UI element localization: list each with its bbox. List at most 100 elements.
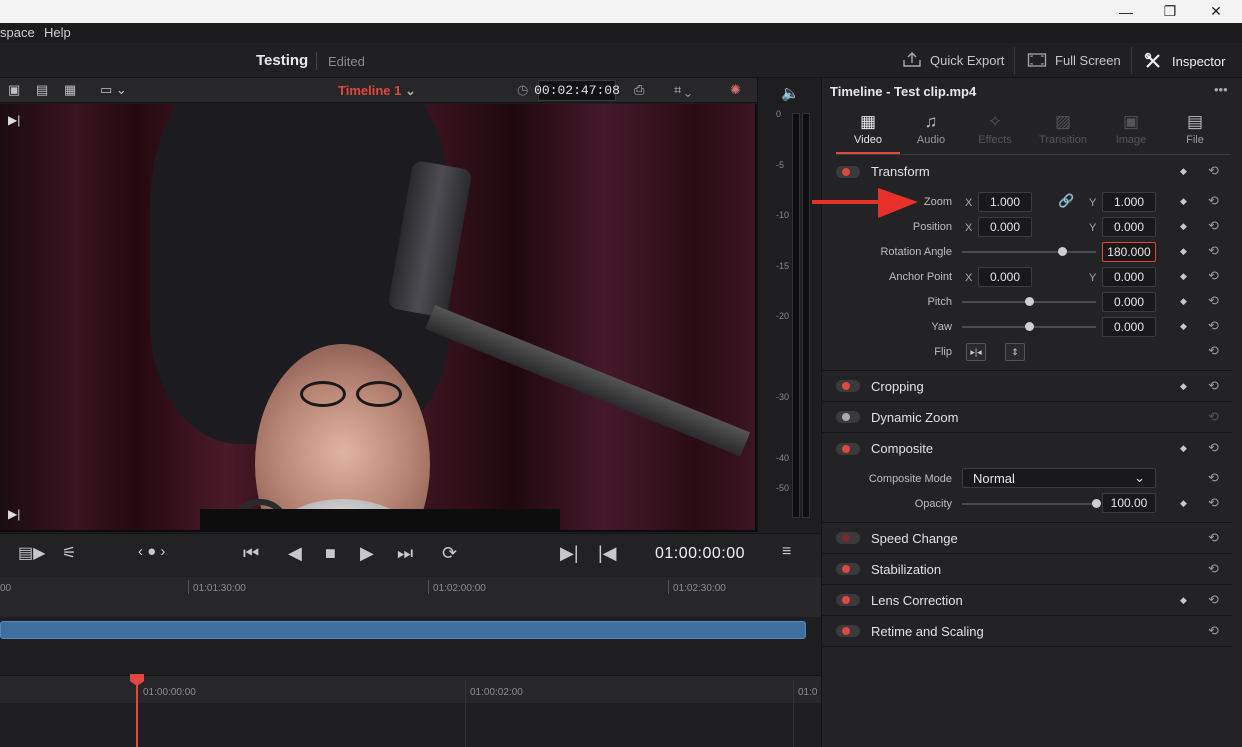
yaw-field[interactable]: 0.000 — [1102, 317, 1156, 337]
full-screen-button[interactable]: Full Screen — [1027, 52, 1121, 68]
tab-audio[interactable]: ♫ Audio — [901, 112, 961, 146]
zoom-y-field[interactable]: 1.000 — [1102, 192, 1156, 212]
rotation-field[interactable]: 180.000 — [1102, 242, 1156, 262]
composite-toggle[interactable] — [836, 442, 860, 455]
keyframe-diamond-icon[interactable]: ◆ — [1180, 221, 1187, 232]
inspector-button[interactable]: Inspector — [1144, 52, 1225, 70]
camera-icon[interactable]: ⎙ — [634, 82, 644, 98]
lens-correction-toggle[interactable] — [836, 594, 860, 606]
opacity-slider[interactable] — [962, 503, 1096, 505]
detail-ruler[interactable] — [0, 675, 821, 703]
reset-icon[interactable]: ⟲ — [1208, 378, 1219, 394]
reset-icon[interactable]: ⟲ — [1208, 193, 1219, 209]
stabilization-header[interactable]: Stabilization — [822, 554, 1232, 585]
rotation-slider-knob[interactable] — [1058, 247, 1067, 256]
reset-icon[interactable]: ⟲ — [1208, 218, 1219, 234]
keyframe-diamond-icon[interactable]: ◆ — [1180, 196, 1187, 207]
image-view-icon[interactable]: ▣ — [8, 82, 20, 98]
dynamic-zoom-toggle[interactable] — [836, 411, 860, 423]
speed-change-toggle[interactable] — [836, 532, 860, 544]
link-icon[interactable]: 🔗 — [1058, 193, 1074, 209]
position-x-field[interactable]: 0.000 — [978, 217, 1032, 237]
keyframe-diamond-icon[interactable]: ◆ — [1180, 321, 1187, 332]
reset-icon[interactable]: ⟲ — [1208, 561, 1219, 577]
prev-clip-icon[interactable]: |◀ — [598, 543, 617, 564]
yaw-slider-knob[interactable] — [1024, 322, 1034, 331]
go-to-end-icon-2[interactable]: ▶| — [8, 507, 20, 521]
stop-icon[interactable]: ■ — [325, 543, 336, 564]
rotation-slider[interactable] — [962, 251, 1096, 253]
go-to-end-icon[interactable]: ▶| — [8, 113, 20, 127]
keyframe-diamond-icon[interactable]: ◆ — [1180, 271, 1187, 282]
timeline-selector[interactable]: Timeline 1 ⌄ — [338, 83, 416, 99]
play-reverse-icon[interactable]: ◀ — [288, 543, 302, 564]
loop-icon[interactable]: ⟳ — [442, 543, 457, 564]
anchor-x-field[interactable]: 0.000 — [978, 267, 1032, 287]
reset-icon[interactable]: ⟲ — [1208, 470, 1219, 486]
anchor-y-field[interactable]: 0.000 — [1102, 267, 1156, 287]
quick-export-button[interactable]: Quick Export — [902, 52, 1004, 68]
opacity-field[interactable]: 100.00 — [1102, 493, 1156, 513]
cropping-header[interactable]: Cropping — [822, 371, 1232, 402]
keyframe-diamond-icon[interactable]: ◆ — [1180, 296, 1187, 307]
dynamic-zoom-header[interactable]: Dynamic Zoom — [822, 402, 1232, 433]
options-menu-icon[interactable]: ≡ — [782, 543, 791, 561]
next-clip-icon[interactable]: ▶| — [560, 543, 579, 564]
close-button[interactable]: ✕ — [1196, 0, 1236, 23]
position-y-field[interactable]: 0.000 — [1102, 217, 1156, 237]
filmstrip-icon[interactable]: ▤ — [36, 82, 48, 98]
clip-play-icon[interactable]: ▤▶ — [18, 543, 45, 563]
transform-toggle[interactable] — [836, 165, 860, 178]
keyframe-diamond-icon[interactable]: ◆ — [1180, 381, 1187, 392]
jog-control[interactable]: ‹ ● › — [138, 543, 165, 560]
menu-help[interactable]: Help — [44, 25, 71, 40]
reset-icon[interactable]: ⟲ — [1208, 530, 1219, 546]
minimize-button[interactable]: — — [1106, 0, 1146, 23]
retime-scaling-header[interactable]: Retime and Scaling — [822, 616, 1232, 647]
color-wheel-icon[interactable]: ✺ — [730, 82, 741, 98]
keyframe-diamond-icon[interactable]: ◆ — [1180, 443, 1187, 454]
reset-icon[interactable]: ⟲ — [1208, 440, 1219, 456]
pitch-field[interactable]: 0.000 — [1102, 292, 1156, 312]
adjust-sliders-icon[interactable]: ⚟ — [62, 543, 76, 563]
jump-start-icon[interactable]: ⏮ — [243, 543, 259, 564]
menu-workspace[interactable]: space — [0, 25, 35, 40]
composite-header[interactable]: Composite — [822, 433, 1232, 464]
keyframe-diamond-icon[interactable]: ◆ — [1180, 595, 1187, 606]
zoom-x-field[interactable]: 1.000 — [978, 192, 1032, 212]
overlay-icon[interactable]: ⌗ ⌄ — [674, 82, 691, 98]
flip-horizontal-button[interactable]: ▸|◂ — [966, 343, 986, 361]
tab-video[interactable]: ▦ Video — [838, 112, 898, 146]
composite-mode-select[interactable]: Normal ⌄ — [962, 468, 1156, 488]
opacity-slider-knob[interactable] — [1091, 499, 1101, 508]
reset-icon[interactable]: ⟲ — [1208, 318, 1219, 334]
inspector-menu-icon[interactable]: ••• — [1214, 82, 1228, 97]
volume-icon[interactable]: 🔈 — [781, 84, 800, 102]
reset-icon[interactable]: ⟲ — [1208, 343, 1219, 359]
reset-icon[interactable]: ⟲ — [1208, 623, 1219, 639]
pitch-slider-knob[interactable] — [1024, 297, 1034, 306]
reset-icon[interactable]: ⟲ — [1208, 409, 1219, 425]
play-icon[interactable]: ▶ — [360, 543, 374, 564]
viewer-timecode[interactable]: 00:02:47:08 — [534, 80, 620, 101]
grid-view-icon[interactable]: ▦ — [64, 82, 76, 98]
tab-file[interactable]: ▤ File — [1165, 112, 1225, 146]
reset-icon[interactable]: ⟲ — [1208, 293, 1219, 309]
reset-icon[interactable]: ⟲ — [1208, 243, 1219, 259]
reset-icon[interactable]: ⟲ — [1208, 592, 1219, 608]
reset-icon[interactable]: ⟲ — [1208, 163, 1219, 179]
jump-end-icon[interactable]: ⏭ — [397, 543, 413, 564]
retime-scaling-toggle[interactable] — [836, 625, 860, 637]
keyframe-diamond-icon[interactable]: ◆ — [1180, 246, 1187, 257]
keyframe-diamond-icon[interactable]: ◆ — [1180, 166, 1187, 177]
transform-header[interactable]: Transform — [822, 156, 1232, 187]
keyframe-diamond-icon[interactable]: ◆ — [1180, 498, 1187, 509]
speed-change-header[interactable]: Speed Change — [822, 523, 1232, 554]
tab-transition[interactable]: ▨ Transition — [1033, 112, 1093, 146]
tab-effects[interactable]: ✧ Effects — [965, 112, 1025, 146]
reset-icon[interactable]: ⟲ — [1208, 268, 1219, 284]
timeline-clip[interactable] — [0, 621, 806, 639]
lens-correction-header[interactable]: Lens Correction — [822, 585, 1232, 616]
tab-image[interactable]: ▣ Image — [1101, 112, 1161, 146]
viewer-size-icon[interactable]: ▭ ⌄ — [100, 82, 127, 98]
